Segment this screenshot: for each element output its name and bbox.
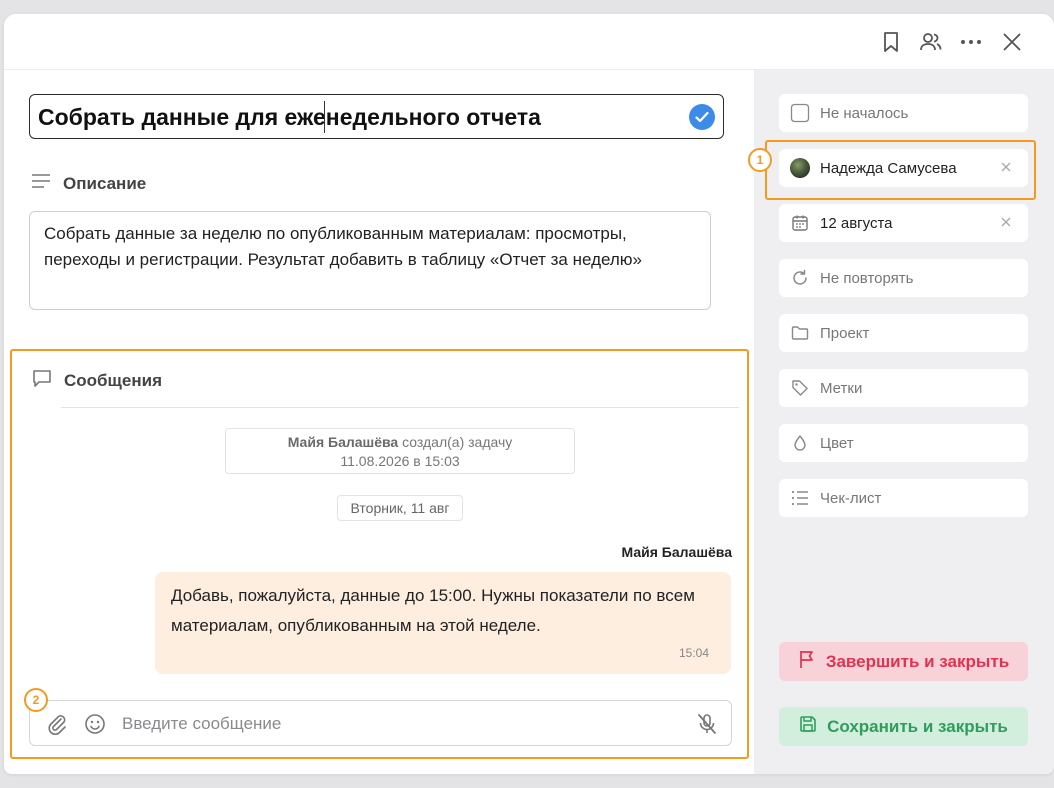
text-cursor [324,101,325,133]
lines-icon [31,173,51,194]
assignee-name: Надежда Самусева [820,159,957,177]
date-separator: Вторник, 11 авг [337,495,463,521]
status-label: Не началось [820,104,909,122]
microphone-off-icon[interactable] [694,711,720,737]
color-label: Цвет [820,434,854,452]
users-icon[interactable] [915,26,947,58]
messages-divider [61,407,739,408]
save-and-close-button[interactable]: Сохранить и закрыть [779,707,1028,746]
task-sidebar: Не началось Надежда Самусева 12 августа … [754,70,1054,774]
droplet-icon [790,433,810,453]
complete-and-close-label: Завершить и закрыть [825,651,1010,671]
task-title-field[interactable]: Собрать данные для еженедельного отчета [29,94,724,139]
emoji-icon[interactable] [82,711,108,737]
message-time: 15:04 [678,646,709,660]
task-main-panel: Собрать данные для еженедельного отчета … [4,70,754,774]
color-field[interactable]: Цвет [779,424,1028,462]
repeat-field[interactable]: Не повторять [779,259,1028,297]
paperclip-icon[interactable] [44,711,70,737]
repeat-icon [790,268,810,288]
description-heading: Описание [63,173,147,193]
description-field[interactable]: Собрать данные за неделю по опубликованн… [29,211,711,310]
avatar [790,158,810,178]
task-dialog: Собрать данные для еженедельного отчета … [4,14,1054,774]
system-message-action: создал(а) задачу [398,434,513,450]
dialog-toolbar [4,14,1054,70]
chat-bubble-icon [32,368,52,393]
task-title[interactable]: Собрать данные для еженедельного отчета [38,104,541,131]
assignee-field[interactable]: Надежда Самусева [779,149,1028,187]
repeat-label: Не повторять [820,269,914,287]
more-icon[interactable] [955,26,987,58]
system-message-author: Майя Балашёва [287,434,399,450]
bookmark-icon[interactable] [875,26,907,58]
due-date-field[interactable]: 12 августа [779,204,1028,242]
annotation-badge-1: 1 [748,148,772,172]
flag-icon [798,649,816,674]
project-label: Проект [820,324,870,342]
checklist-field[interactable]: Чек-лист [779,479,1028,517]
messages-heading: Сообщения [64,370,162,390]
messages-header: Сообщения [32,368,162,393]
due-date-value: 12 августа [820,214,893,232]
calendar-icon [790,213,810,233]
check-circle-icon[interactable] [689,104,715,130]
project-field[interactable]: Проект [779,314,1028,352]
message-bubble[interactable]: Добавь, пожалуйста, данные до 15:00. Нуж… [155,572,731,674]
status-field[interactable]: Не началось [779,94,1028,132]
tag-icon [790,378,810,398]
message-composer [29,700,732,746]
message-text: Добавь, пожалуйста, данные до 15:00. Нуж… [171,586,695,635]
clear-assignee-icon[interactable] [998,159,1014,175]
system-message-datetime: 11.08.2026 в 15:03 [340,453,460,469]
tags-field[interactable]: Метки [779,369,1028,407]
message-input[interactable] [122,710,682,738]
save-icon [799,715,817,738]
tags-label: Метки [820,379,863,397]
close-icon[interactable] [996,26,1028,58]
checklist-icon [790,488,810,508]
complete-and-close-button[interactable]: Завершить и закрыть [779,642,1028,681]
checkbox-icon[interactable] [790,103,810,123]
annotation-badge-2: 2 [24,688,48,712]
checklist-label: Чек-лист [820,489,882,507]
system-message: Майя Балашёва создал(а) задачу 11.08.202… [225,428,575,474]
folder-icon [790,323,810,343]
save-and-close-label: Сохранить и закрыть [827,716,1008,736]
message-author: Майя Балашёва [621,544,732,560]
description-header: Описание [31,173,146,194]
clear-date-icon[interactable] [998,214,1014,230]
